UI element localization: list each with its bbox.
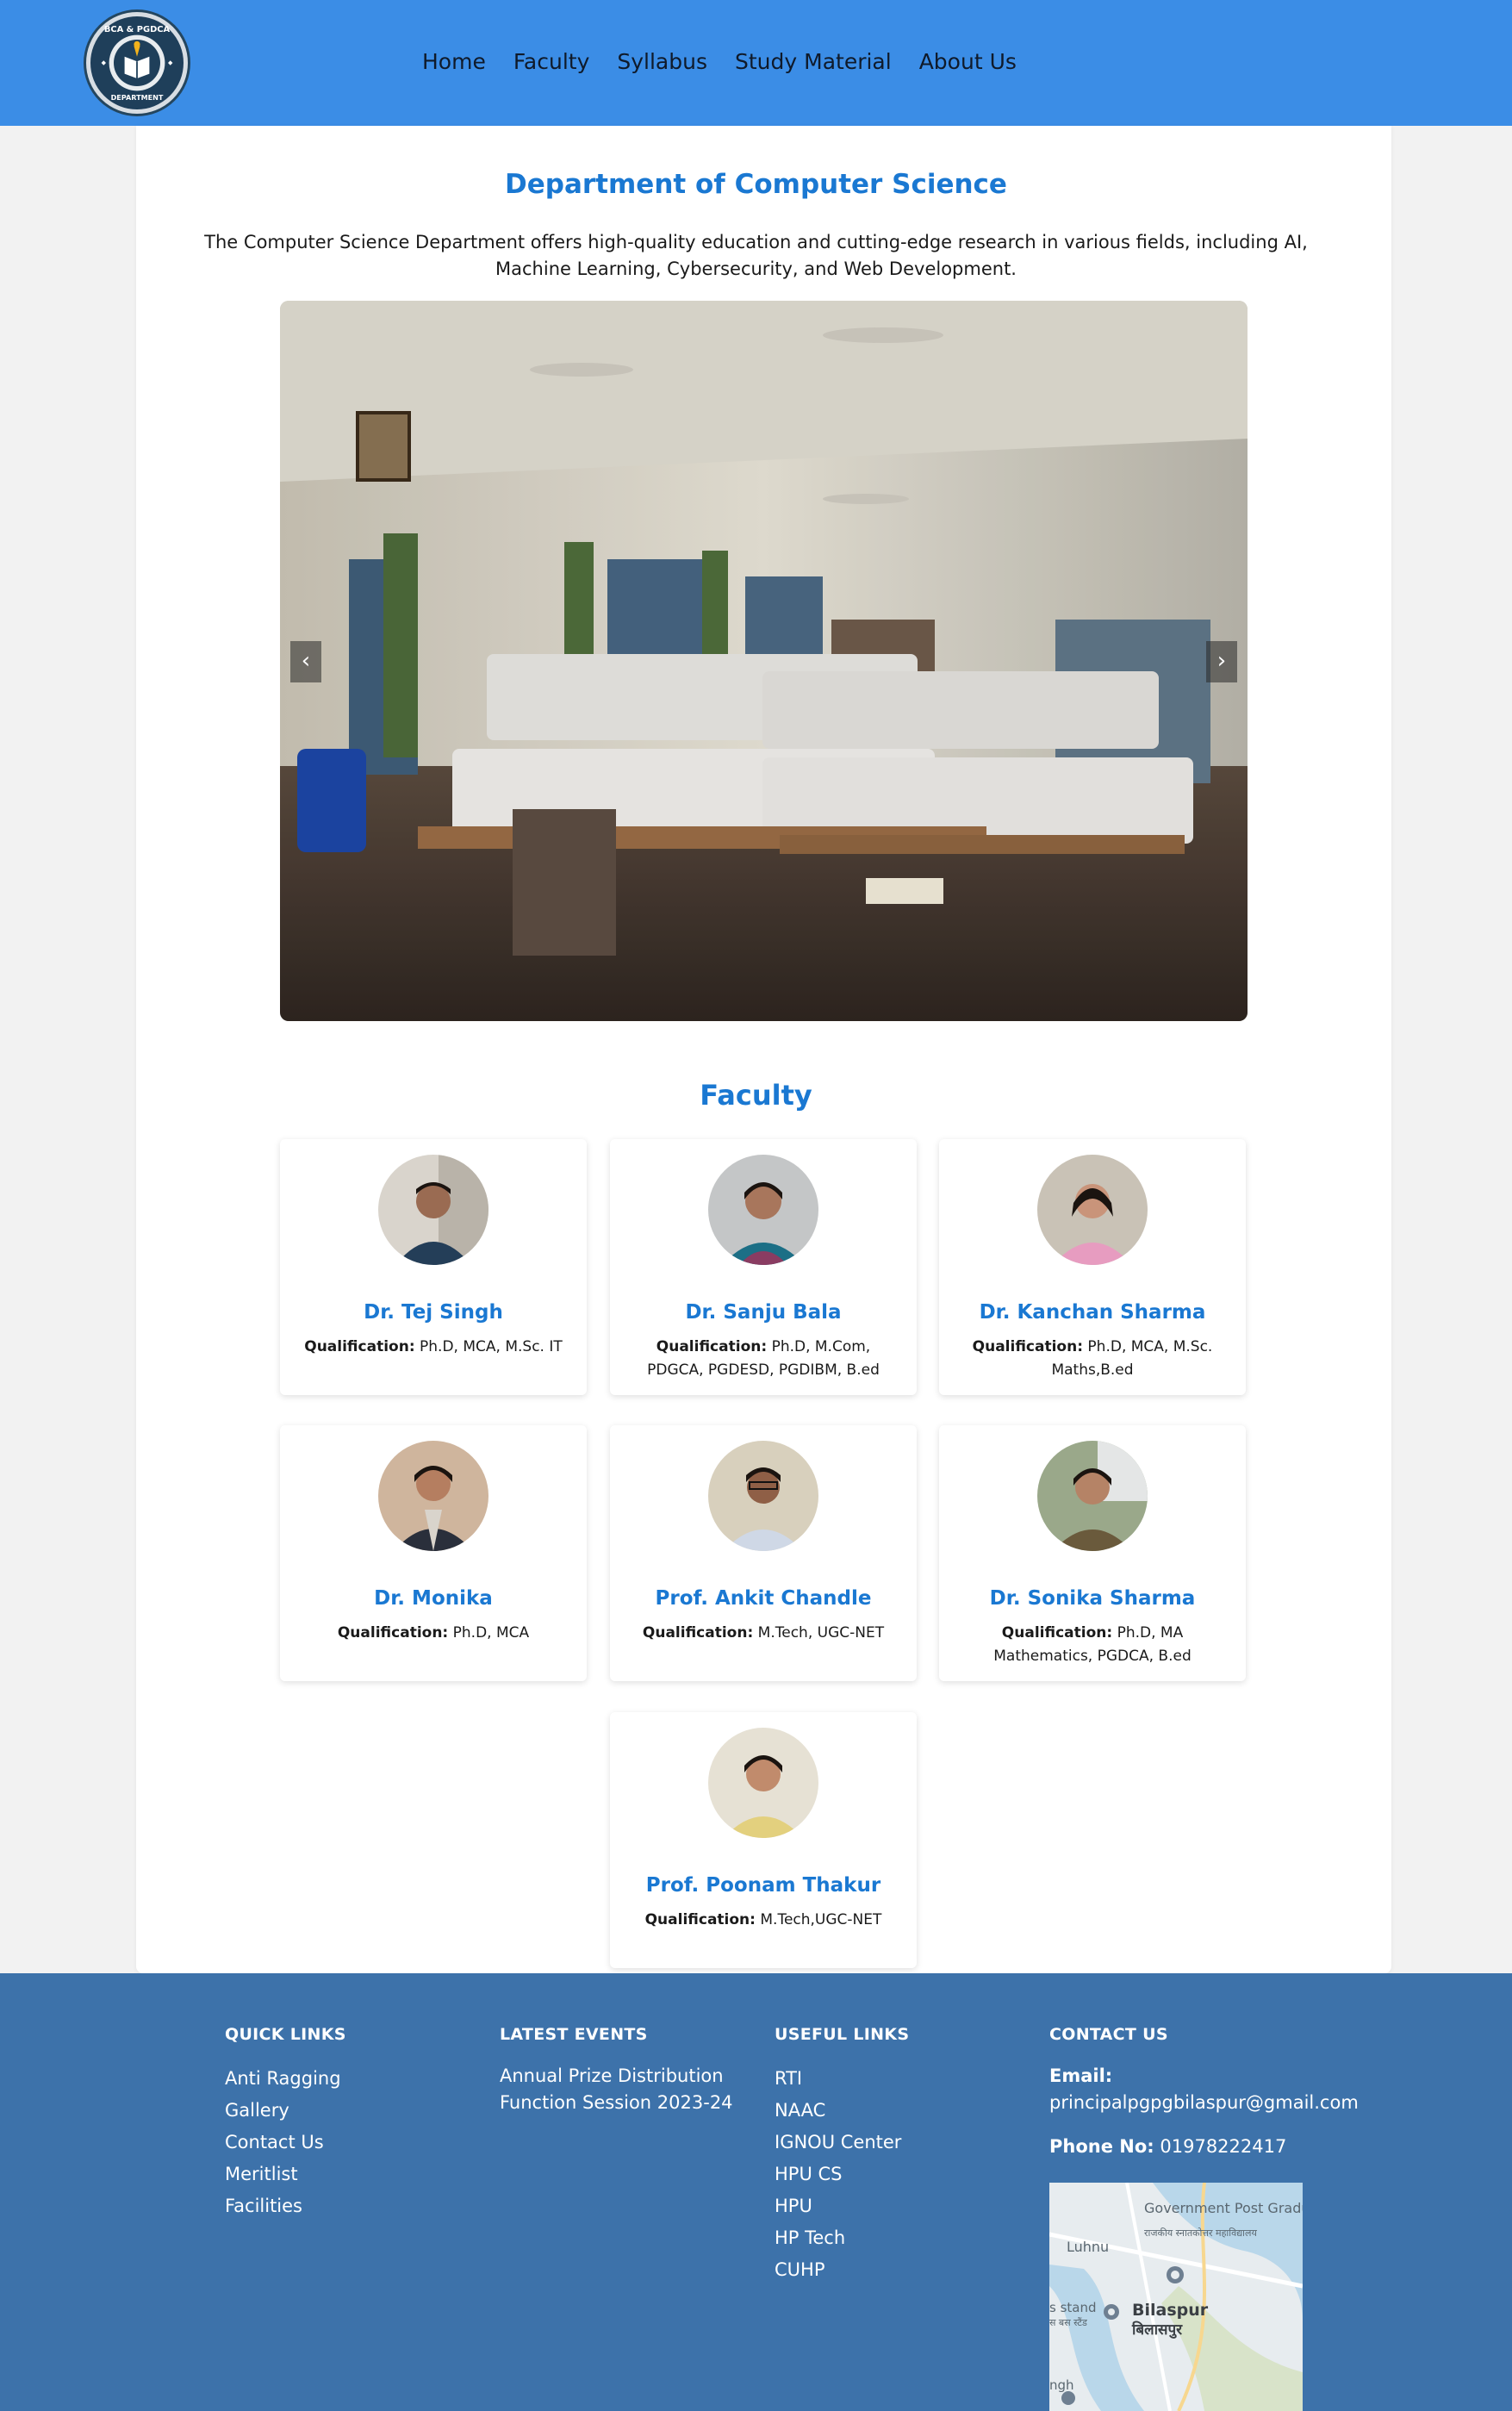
- contact-email-label: Email:: [1049, 2065, 1113, 2086]
- faculty-qualification: Qualification: Ph.D, MCA, M.Sc. IT: [304, 1338, 563, 1355]
- faculty-card: Dr. Tej Singh Qualification: Ph.D, MCA, …: [280, 1139, 587, 1395]
- faculty-avatar: [1037, 1155, 1148, 1265]
- map-label-college: Government Post Graduate College: [1144, 2200, 1303, 2216]
- footer-link-anti-ragging[interactable]: Anti Ragging: [225, 2063, 346, 2095]
- contact-phone-number[interactable]: 01978222417: [1160, 2136, 1286, 2157]
- nav-study-material[interactable]: Study Material: [735, 45, 892, 79]
- event-link[interactable]: Annual Prize Distribution Function Sessi…: [500, 2063, 741, 2116]
- nav-home[interactable]: Home: [422, 45, 486, 79]
- footer-link-hp-tech[interactable]: HP Tech: [775, 2222, 909, 2254]
- footer-heading: USEFUL LINKS: [775, 2025, 910, 2044]
- footer-link-meritlist[interactable]: Meritlist: [225, 2159, 346, 2190]
- faculty-section-title: Faculty: [700, 1079, 812, 1112]
- faculty-avatar: [1037, 1441, 1148, 1551]
- faculty-name: Dr. Kanchan Sharma: [979, 1301, 1206, 1324]
- svg-text:DEPARTMENT: DEPARTMENT: [111, 93, 164, 102]
- faculty-qualification: Qualification: Ph.D, MCA, M.Sc. Maths,B.…: [972, 1338, 1213, 1379]
- map-label-bottom: ngh: [1049, 2377, 1074, 2393]
- map-label-stand: s stand: [1049, 2300, 1097, 2315]
- faculty-card: Dr. Sonika Sharma Qualification: Ph.D, M…: [939, 1425, 1246, 1681]
- faculty-avatar: [708, 1728, 818, 1838]
- faculty-card: Dr. Monika Qualification: Ph.D, MCA: [280, 1425, 587, 1681]
- faculty-qualification: Qualification: M.Tech, UGC-NET: [642, 1624, 885, 1642]
- faculty-name: Dr. Sonika Sharma: [989, 1587, 1196, 1610]
- department-logo[interactable]: BCA & PGDCA DEPARTMENT: [86, 12, 188, 114]
- map-label-stand-hi: स बस स्टैंड: [1049, 2317, 1087, 2328]
- faculty-photo: [708, 1441, 818, 1551]
- map-label-luhnu: Luhnu: [1067, 2239, 1109, 2255]
- faculty-card: Prof. Ankit Chandle Qualification: M.Tec…: [610, 1425, 917, 1681]
- faculty-photo: [708, 1155, 818, 1265]
- footer-link-contact-us[interactable]: Contact Us: [225, 2127, 346, 2159]
- faculty-photo: [378, 1441, 488, 1551]
- faculty-photo: [1037, 1441, 1148, 1551]
- map-graphic: Government Post Graduate College राजकीय …: [1049, 2183, 1303, 2411]
- department-intro: The Computer Science Department offers h…: [204, 232, 1308, 279]
- faculty-card: Prof. Poonam Thakur Qualification: M.Tec…: [610, 1712, 917, 1968]
- footer-heading: CONTACT US: [1049, 2025, 1168, 2044]
- footer-link-gallery[interactable]: Gallery: [225, 2095, 346, 2127]
- map-label-college-hi: राजकीय स्नातकोत्तर महाविद्यालय: [1144, 2227, 1257, 2239]
- footer-link-hpu[interactable]: HPU: [775, 2190, 909, 2222]
- carousel-next-button[interactable]: ›: [1206, 641, 1237, 682]
- contact-email[interactable]: principalpgpgbilaspur@gmail.com: [1049, 2090, 1359, 2116]
- faculty-photo: [708, 1728, 818, 1838]
- carousel-prev-button[interactable]: ‹: [290, 641, 321, 682]
- contact-phone: Phone No: 01978222417: [1049, 2136, 1287, 2157]
- faculty-photo: [378, 1155, 488, 1265]
- faculty-qualification: Qualification: Ph.D, MA Mathematics, PGD…: [993, 1624, 1192, 1665]
- faculty-name: Prof. Ankit Chandle: [655, 1587, 872, 1610]
- faculty-qualification: Qualification: Ph.D, MCA: [337, 1624, 530, 1642]
- footer-link-hpu-cs[interactable]: HPU CS: [775, 2159, 909, 2190]
- main-nav: Home Faculty Syllabus Study Material Abo…: [422, 45, 1017, 79]
- faculty-qualification: Qualification: Ph.D, M.Com, PDGCA, PGDES…: [647, 1338, 880, 1379]
- classroom-photo: [280, 301, 1248, 1021]
- faculty-avatar: [708, 1155, 818, 1265]
- logo-emblem-icon: BCA & PGDCA DEPARTMENT: [91, 17, 183, 109]
- footer-link-ignou-center[interactable]: IGNOU Center: [775, 2127, 909, 2159]
- footer-link-facilities[interactable]: Facilities: [225, 2190, 346, 2222]
- faculty-avatar: [708, 1441, 818, 1551]
- faculty-name: Dr. Tej Singh: [364, 1301, 503, 1324]
- footer-quick-links: QUICK LINKS Anti Ragging Gallery Contact…: [225, 2025, 346, 2222]
- footer-contact: CONTACT US Email: principalpgpgbilaspur@…: [1049, 2025, 1359, 2160]
- nav-about-us[interactable]: About Us: [919, 45, 1017, 79]
- footer-latest-events: LATEST EVENTS Annual Prize Distribution …: [500, 2025, 741, 2116]
- faculty-avatar: [378, 1441, 488, 1551]
- page-title: Department of Computer Science: [505, 169, 1007, 200]
- location-map[interactable]: Government Post Graduate College राजकीय …: [1049, 2183, 1303, 2411]
- map-label-city: Bilaspur: [1132, 2301, 1209, 2320]
- footer-useful-links: USEFUL LINKS RTI NAAC IGNOU Center HPU C…: [775, 2025, 909, 2286]
- footer-heading: LATEST EVENTS: [500, 2025, 648, 2044]
- nav-syllabus[interactable]: Syllabus: [617, 45, 707, 79]
- nav-faculty[interactable]: Faculty: [513, 45, 590, 79]
- faculty-avatar: [378, 1155, 488, 1265]
- map-label-city-hi: बिलासपुर: [1131, 2321, 1183, 2339]
- faculty-name: Dr. Sanju Bala: [685, 1301, 842, 1324]
- faculty-qualification: Qualification: M.Tech,UGC-NET: [644, 1911, 882, 1928]
- classroom-carousel[interactable]: [280, 301, 1248, 1021]
- footer-link-cuhp[interactable]: CUHP: [775, 2254, 909, 2286]
- site-header: BCA & PGDCA DEPARTMENT Home Faculty Syll…: [0, 0, 1512, 126]
- svg-text:BCA & PGDCA: BCA & PGDCA: [104, 25, 171, 34]
- faculty-card: Dr. Sanju Bala Qualification: Ph.D, M.Co…: [610, 1139, 917, 1395]
- faculty-name: Dr. Monika: [374, 1587, 493, 1610]
- faculty-card: Dr. Kanchan Sharma Qualification: Ph.D, …: [939, 1139, 1246, 1395]
- faculty-photo: [1037, 1155, 1148, 1265]
- footer-link-rti[interactable]: RTI: [775, 2063, 909, 2095]
- footer-link-naac[interactable]: NAAC: [775, 2095, 909, 2127]
- footer-heading: QUICK LINKS: [225, 2025, 346, 2044]
- faculty-name: Prof. Poonam Thakur: [645, 1874, 881, 1897]
